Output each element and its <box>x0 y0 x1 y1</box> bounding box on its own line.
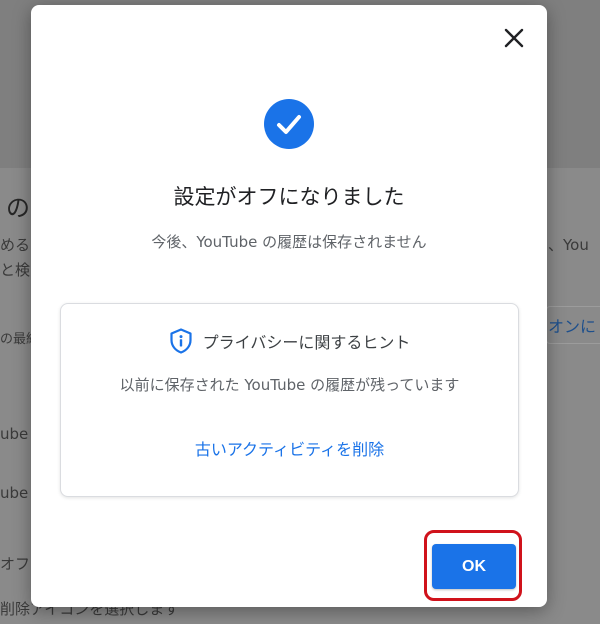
shield-info-icon <box>170 328 192 354</box>
privacy-tip-header: プライバシーに関するヒント <box>61 328 518 354</box>
background-button-label: オンに <box>548 317 597 336</box>
background-text: 、You <box>548 236 589 254</box>
privacy-tip-title: プライバシーに関するヒント <box>202 333 411 352</box>
close-button[interactable] <box>499 23 529 53</box>
ok-button[interactable]: OK <box>432 544 516 589</box>
dialog-title: 設定がオフになりました <box>173 185 405 209</box>
privacy-tip-body: 以前に保存された YouTube の履歴が残っています <box>119 376 460 394</box>
delete-old-activity-link[interactable]: 古いアクティビティを削除 <box>61 436 518 460</box>
settings-off-dialog: 設定がオフになりました 今後、YouTube の履歴は保存されません プライバシ… <box>31 5 547 607</box>
background-text: ube <box>0 425 29 443</box>
background-text: と検 <box>0 261 31 279</box>
close-icon <box>504 28 524 48</box>
dialog-subtitle: 今後、YouTube の履歴は保存されません <box>151 233 427 251</box>
background-text: オフ <box>0 555 31 573</box>
background-text: める <box>0 236 31 254</box>
background-heading: の <box>6 194 30 222</box>
background-text: ube <box>0 484 29 502</box>
check-circle-icon <box>264 99 314 149</box>
privacy-tip-card: プライバシーに関するヒント 以前に保存された YouTube の履歴が残っていま… <box>60 303 519 497</box>
